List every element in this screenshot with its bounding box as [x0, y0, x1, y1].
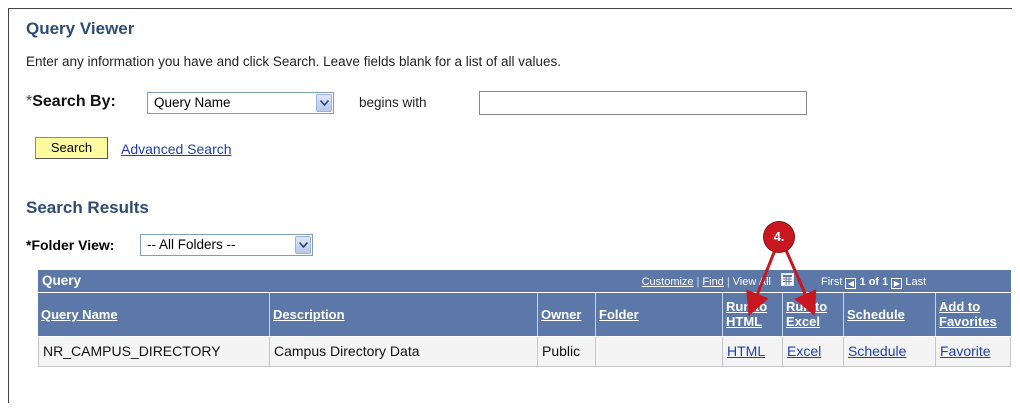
col-header-schedule[interactable]: Schedule [843, 293, 935, 336]
step-callout-badge: 4. [764, 222, 794, 252]
table-cell-run-html: HTML [722, 337, 782, 367]
download-icon[interactable] [781, 273, 794, 289]
col-header-owner[interactable]: Owner [537, 293, 595, 336]
favorite-link[interactable]: Favorite [940, 343, 991, 359]
table-cell-owner: Public [537, 337, 595, 367]
chevron-down-icon[interactable] [295, 236, 311, 254]
col-header-schedule-link[interactable]: Schedule [847, 307, 905, 322]
customize-link[interactable]: Customize [642, 276, 694, 288]
search-button[interactable]: Search [35, 137, 108, 159]
results-title: Search Results [26, 198, 149, 217]
col-header-run-to-html[interactable]: Run to HTML [722, 293, 782, 336]
operator-label: begins with [359, 95, 427, 110]
table-cell-favorite: Favorite [935, 337, 1011, 367]
search-by-text: Search By: [32, 93, 116, 110]
search-input[interactable] [479, 91, 807, 115]
query-results-grid: Query Customize | Find | View All First ◀ 1 … [38, 270, 1011, 367]
col-header-description-link[interactable]: Description [273, 307, 345, 322]
last-label: Last [905, 276, 927, 288]
table-cell-folder [595, 337, 722, 367]
col-header-description[interactable]: Description [269, 293, 537, 336]
table-cell-schedule: Schedule [843, 337, 935, 367]
run-to-excel-link[interactable]: Excel [787, 343, 821, 359]
search-field-value: Query Name [154, 95, 231, 110]
folder-view-value: -- All Folders -- [147, 237, 236, 252]
col-header-run-to-excel[interactable]: Run to Excel [782, 293, 843, 336]
table-cell-run-excel: Excel [782, 337, 843, 367]
col-header-query-name-link[interactable]: Query Name [41, 307, 118, 322]
view-all-link[interactable]: View All [733, 276, 771, 288]
grid-nav-links: Customize | Find | View All [641, 276, 771, 288]
page-count: 1 of 1 [859, 276, 889, 288]
instructions-text: Enter any information you have and click… [26, 54, 562, 69]
page-title: Query Viewer [26, 19, 135, 38]
next-page-icon[interactable]: ▶ [891, 278, 903, 289]
schedule-link[interactable]: Schedule [848, 343, 906, 359]
col-header-favorites-link[interactable]: Add to Favorites [939, 299, 997, 329]
search-field-select[interactable]: Query Name [147, 92, 334, 114]
run-to-html-link[interactable]: HTML [727, 343, 765, 359]
grid-title-bar: Query Customize | Find | View All First ◀ 1 … [38, 270, 1011, 292]
col-header-run-to-excel-link[interactable]: Run to Excel [786, 299, 827, 329]
folder-view-label: *Folder View: [26, 237, 115, 253]
table-cell-query-name: NR_CAMPUS_DIRECTORY [38, 337, 269, 367]
advanced-search-link[interactable]: Advanced Search [121, 141, 232, 157]
grid-title: Query [42, 273, 82, 288]
col-header-owner-link[interactable]: Owner [541, 307, 581, 322]
col-header-run-to-html-link[interactable]: Run to HTML [726, 299, 767, 329]
grid-pagination: First ◀ 1 of 1 ▶ Last [821, 276, 926, 289]
folder-view-select[interactable]: -- All Folders -- [140, 234, 313, 256]
col-header-folder[interactable]: Folder [595, 293, 722, 336]
first-label: First [821, 276, 843, 288]
table-cell-description: Campus Directory Data [269, 337, 537, 367]
search-by-label: *Search By: [26, 93, 116, 111]
col-header-folder-link[interactable]: Folder [599, 307, 639, 322]
previous-page-icon[interactable]: ◀ [845, 278, 857, 289]
col-header-add-to-favorites[interactable]: Add to Favorites [935, 293, 1011, 336]
col-header-query-name[interactable]: Query Name [38, 293, 269, 336]
chevron-down-icon[interactable] [316, 94, 332, 112]
find-link[interactable]: Find [702, 276, 723, 288]
